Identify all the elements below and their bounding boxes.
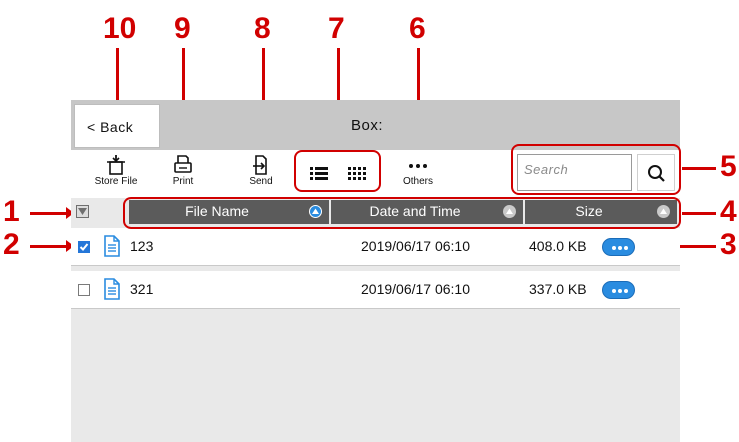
document-icon	[104, 235, 120, 257]
callout-leader-1	[30, 212, 68, 215]
table-row[interactable]: 321 2019/06/17 06:10 337.0 KB	[71, 271, 680, 309]
highlight-view-toggle	[294, 150, 381, 192]
store-file-label: Store File	[94, 176, 138, 187]
more-options-button[interactable]	[602, 238, 635, 256]
send-label: Send	[249, 176, 273, 187]
send-icon	[253, 155, 267, 175]
size-cell: 337.0 KB	[529, 281, 587, 297]
more-dot	[612, 246, 616, 250]
print-icon	[174, 155, 192, 173]
print-button[interactable]: Print	[161, 154, 205, 187]
others-label: Others	[402, 176, 433, 187]
size-cell: 408.0 KB	[529, 238, 587, 254]
send-button[interactable]: Send	[239, 154, 283, 187]
title-bar: < Back Box:	[71, 100, 680, 150]
more-dots-icon	[409, 164, 427, 168]
callout-leader-5	[682, 167, 716, 170]
highlight-column-headers	[123, 197, 681, 229]
more-dot	[624, 246, 628, 250]
check-icon	[79, 243, 89, 251]
select-all-checkbox[interactable]	[76, 205, 89, 218]
callout-7: 7	[328, 12, 345, 45]
store-file-icon	[107, 155, 125, 175]
date-time-cell: 2019/06/17 06:10	[361, 238, 470, 254]
callout-8: 8	[254, 12, 271, 45]
print-label: Print	[172, 176, 194, 187]
row-checkbox[interactable]	[78, 284, 90, 296]
table-row[interactable]: 123 2019/06/17 06:10 408.0 KB	[71, 228, 680, 266]
more-dot	[618, 289, 622, 293]
callout-5: 5	[720, 150, 737, 183]
callout-leader-2	[30, 245, 68, 248]
others-button[interactable]: Others	[393, 154, 443, 187]
callout-1: 1	[3, 195, 20, 228]
check-icon	[78, 208, 87, 215]
more-options-button[interactable]	[602, 281, 635, 299]
callout-3: 3	[720, 228, 737, 261]
date-time-cell: 2019/06/17 06:10	[361, 281, 470, 297]
back-button[interactable]: < Back	[74, 104, 160, 148]
row-checkbox[interactable]	[78, 241, 90, 253]
more-dot	[618, 246, 622, 250]
callout-leader-4	[682, 212, 716, 215]
callout-2: 2	[3, 228, 20, 261]
more-dot	[624, 289, 628, 293]
document-icon	[104, 278, 120, 300]
page-title: Box:	[351, 117, 384, 134]
file-name-cell: 123	[130, 238, 154, 254]
callout-10: 10	[103, 12, 137, 45]
callout-6: 6	[409, 12, 426, 45]
store-file-button[interactable]: Store File	[83, 154, 149, 187]
callout-4: 4	[720, 195, 737, 228]
more-dot	[612, 289, 616, 293]
callout-9: 9	[174, 12, 191, 45]
file-name-cell: 321	[130, 281, 154, 297]
highlight-search	[511, 144, 681, 195]
